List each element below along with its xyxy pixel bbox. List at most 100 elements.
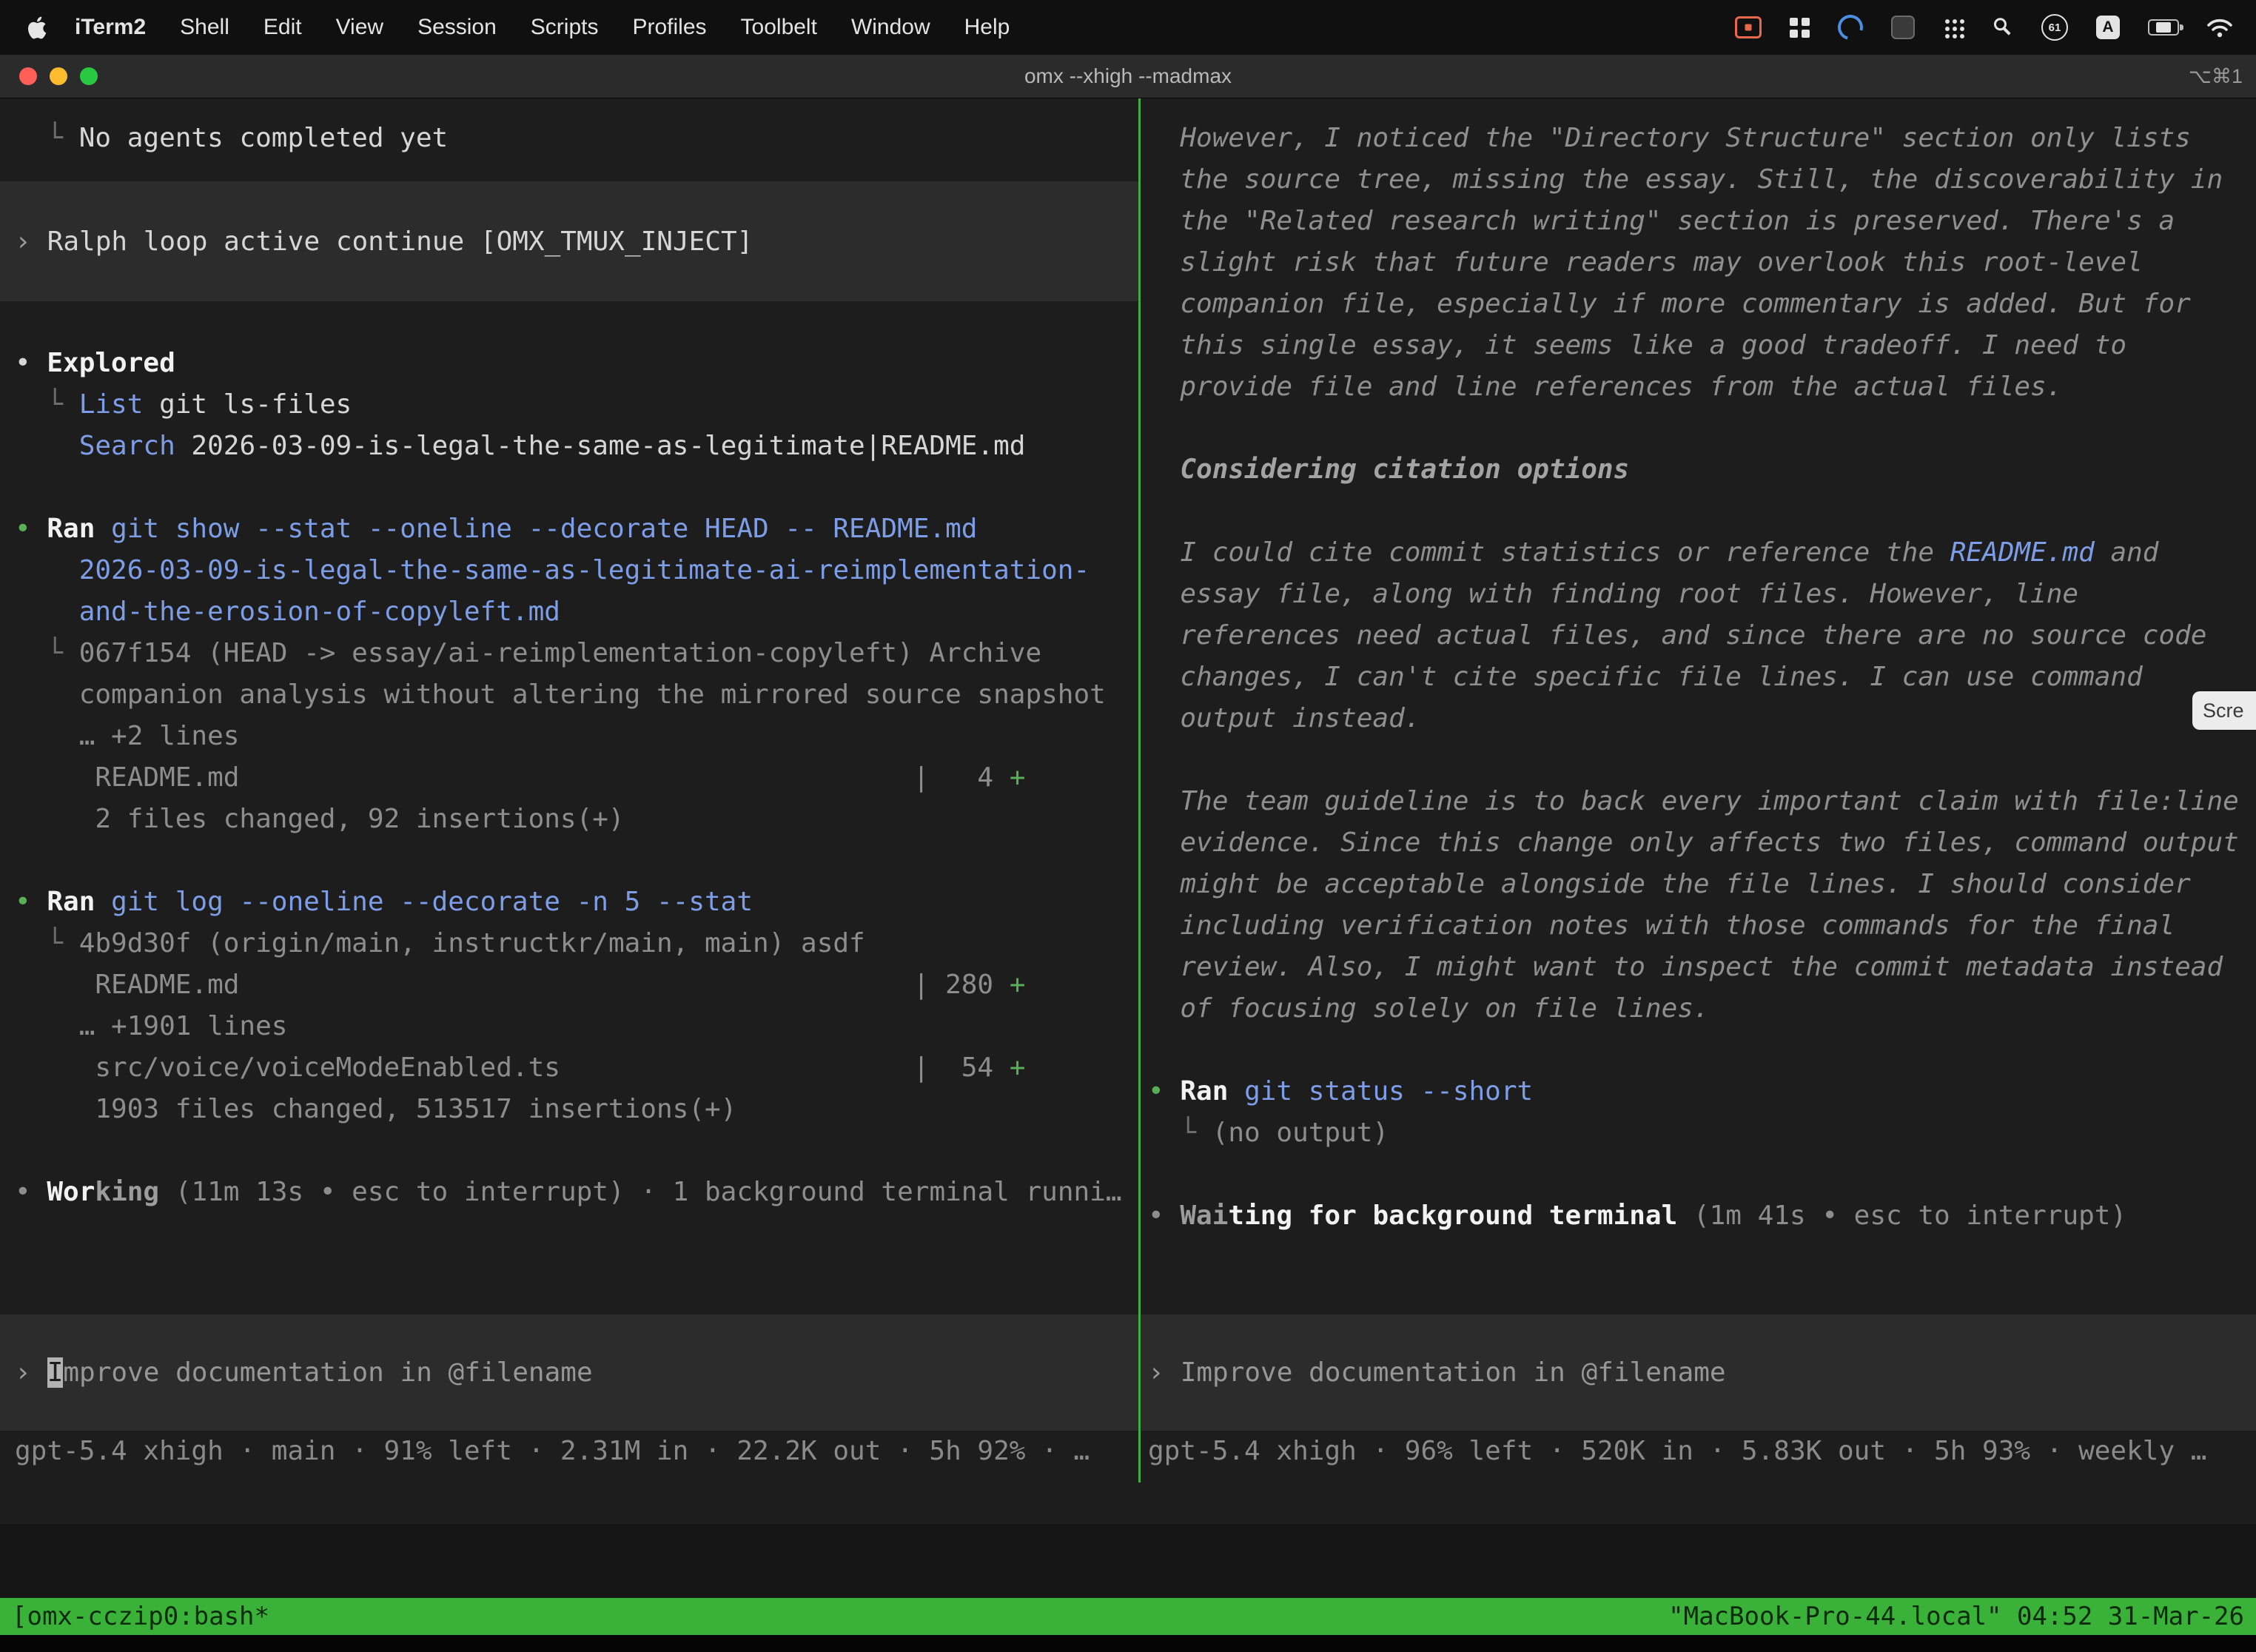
battery-icon[interactable] <box>2148 19 2179 36</box>
left-pane-lines: • Explored └ List git ls-files Search 20… <box>0 301 1138 1213</box>
inject-banner: ›Ralph loop active continue [OMX_TMUX_IN… <box>0 181 1138 301</box>
terminal-line: provide file and line references from th… <box>1141 366 2256 408</box>
menubar-menus: iTerm2ShellEditViewSessionScriptsProfile… <box>16 15 1027 40</box>
traffic-lights <box>0 67 98 85</box>
terminal-line: the source tree, missing the essay. Stil… <box>1141 159 2256 201</box>
right-input[interactable]: › Improve documentation in @filename <box>1141 1314 2256 1431</box>
terminal-line: README.md | 4 + <box>0 757 1138 799</box>
terminal-line <box>0 301 1138 343</box>
terminal-line: • Ran git show --stat --oneline --decora… <box>0 508 1138 550</box>
screen: iTerm2ShellEditViewSessionScriptsProfile… <box>0 0 2256 1652</box>
terminal-line: might be acceptable alongside the file l… <box>1141 864 2256 905</box>
tmux-host-time: "MacBook-Pro-44.local" 04:52 31-Mar-26 <box>1668 1602 2244 1631</box>
wifi-icon[interactable] <box>2207 18 2232 38</box>
terminal-line <box>0 1130 1138 1172</box>
menubar-item-edit[interactable]: Edit <box>246 15 319 39</box>
terminal-line: Considering citation options <box>1141 449 2256 491</box>
terminal-line: changes, I can't cite specific file line… <box>1141 657 2256 698</box>
bottom-gap <box>0 1524 2256 1598</box>
menubar: iTerm2ShellEditViewSessionScriptsProfile… <box>0 0 2256 55</box>
terminal-line: • Waiting for background terminal (1m 41… <box>1141 1195 2256 1237</box>
terminal-line: review. Also, I might want to inspect th… <box>1141 947 2256 988</box>
menubar-item-window[interactable]: Window <box>834 15 947 39</box>
window-tiles-icon[interactable] <box>1790 18 1810 38</box>
terminal-line: └ 4b9d30f (origin/main, instructkr/main,… <box>0 923 1138 964</box>
terminal-line: 1903 files changed, 513517 insertions(+) <box>0 1089 1138 1130</box>
terminal-line: of focusing solely on file lines. <box>1141 988 2256 1030</box>
menubar-item-help[interactable]: Help <box>947 15 1027 39</box>
sync-status-icon[interactable] <box>1833 10 1867 44</box>
terminal-line <box>1141 491 2256 532</box>
dots-grid-icon[interactable] <box>1943 17 1964 38</box>
omx-statusbar: [OMX#0.11.9]cczip/essay/ai-reimplementat… <box>0 1483 2256 1524</box>
terminal-line: this single essay, it seems like a good … <box>1141 325 2256 366</box>
input-source-icon[interactable]: A <box>2096 16 2120 39</box>
close-button[interactable] <box>19 67 37 85</box>
left-input[interactable]: › Improve documentation in @filename <box>0 1314 1138 1431</box>
menubar-item-profiles[interactable]: Profiles <box>615 15 723 39</box>
terminal-line: … +1901 lines <box>0 1006 1138 1047</box>
menubar-status-icons: 61 A <box>1735 14 2240 41</box>
terminal-line: the "Related research writing" section i… <box>1141 201 2256 242</box>
menubar-item-iterm2[interactable]: iTerm2 <box>58 15 163 39</box>
inject-label: Ralph loop active continue <box>47 226 465 257</box>
app-status-icon[interactable] <box>1891 16 1915 39</box>
terminal-line: src/voice/voiceModeEnabled.ts | 54 + <box>0 1047 1138 1089</box>
terminal-line: essay file, along with finding root file… <box>1141 574 2256 615</box>
inject-prompt-icon: › <box>15 226 31 257</box>
left-input-prompt-icon: › <box>15 1357 31 1388</box>
minimize-button[interactable] <box>50 67 67 85</box>
terminal-line: └ 067f154 (HEAD -> essay/ai-reimplementa… <box>0 633 1138 674</box>
terminal-line: output instead. <box>1141 698 2256 739</box>
terminal-line: • Ran git status --short <box>1141 1071 2256 1112</box>
terminal-line: and-the-erosion-of-copyleft.md <box>0 591 1138 633</box>
right-pane[interactable]: However, I noticed the "Directory Struct… <box>1141 98 2256 1483</box>
key-icon[interactable] <box>1988 13 2018 42</box>
terminal-line: companion analysis without altering the … <box>0 674 1138 716</box>
meter-icon[interactable]: 61 <box>2041 14 2068 41</box>
terminal-line: README.md | 280 + <box>0 964 1138 1006</box>
left-pane-lines-top: └ No agents completed yet <box>0 118 1138 159</box>
terminal: └ No agents completed yet › Ralph loop ac… <box>0 98 2256 1483</box>
menubar-items: iTerm2ShellEditViewSessionScriptsProfile… <box>58 15 1027 40</box>
terminal-line: └ No agents completed yet <box>0 118 1138 159</box>
menubar-item-scripts[interactable]: Scripts <box>514 15 616 39</box>
right-pane-lines: However, I noticed the "Directory Struct… <box>1141 118 2256 1237</box>
tmux-statusbar: [omx-cczip0:bash* "MacBook-Pro-44.local"… <box>0 1598 2256 1635</box>
terminal-line: slight risk that future readers may over… <box>1141 242 2256 283</box>
zoom-button[interactable] <box>80 67 98 85</box>
terminal-line: • Explored <box>0 343 1138 384</box>
apple-menu-icon[interactable] <box>16 16 58 40</box>
screen-recording-icon[interactable] <box>1735 16 1762 38</box>
terminal-line <box>0 840 1138 882</box>
terminal-line: • Ran git log --oneline --decorate -n 5 … <box>0 882 1138 923</box>
left-statusline: gpt-5.4 xhigh · main · 91% left · 2.31M … <box>0 1431 1138 1472</box>
terminal-line <box>1141 1154 2256 1195</box>
window-title: omx --xhigh --madmax <box>0 64 2256 88</box>
right-input-text: Improve documentation in @filename <box>1181 1357 1726 1388</box>
terminal-line: including verification notes with those … <box>1141 905 2256 947</box>
terminal-line: 2 files changed, 92 insertions(+) <box>0 799 1138 840</box>
tmux-session-label[interactable]: [omx-cczip0:bash* <box>12 1602 269 1631</box>
menubar-item-session[interactable]: Session <box>400 15 514 39</box>
menubar-item-shell[interactable]: Shell <box>163 15 246 39</box>
terminal-line: Search 2026-03-09-is-legal-the-same-as-l… <box>0 426 1138 467</box>
menubar-item-toolbelt[interactable]: Toolbelt <box>724 15 834 39</box>
terminal-line <box>1141 739 2256 781</box>
screen-share-tab[interactable]: Scre <box>2192 691 2256 730</box>
right-input-prompt-icon: › <box>1148 1357 1164 1388</box>
left-input-cursor: I <box>47 1357 64 1388</box>
terminal-line: … +2 lines <box>0 716 1138 757</box>
terminal-line <box>0 467 1138 508</box>
menubar-item-view[interactable]: View <box>319 15 400 39</box>
terminal-line <box>1141 408 2256 449</box>
terminal-line: 2026-03-09-is-legal-the-same-as-legitima… <box>0 550 1138 591</box>
terminal-line: The team guideline is to back every impo… <box>1141 781 2256 822</box>
terminal-line: However, I noticed the "Directory Struct… <box>1141 118 2256 159</box>
terminal-line <box>1141 1030 2256 1071</box>
left-input-rest: mprove documentation in @filename <box>63 1357 592 1388</box>
left-pane[interactable]: └ No agents completed yet › Ralph loop ac… <box>0 98 1138 1483</box>
right-statusline: gpt-5.4 xhigh · 96% left · 520K in · 5.8… <box>1141 1431 2256 1472</box>
terminal-line: • Working (11m 13s • esc to interrupt) ·… <box>0 1172 1138 1213</box>
terminal-line: └ (no output) <box>1141 1112 2256 1154</box>
